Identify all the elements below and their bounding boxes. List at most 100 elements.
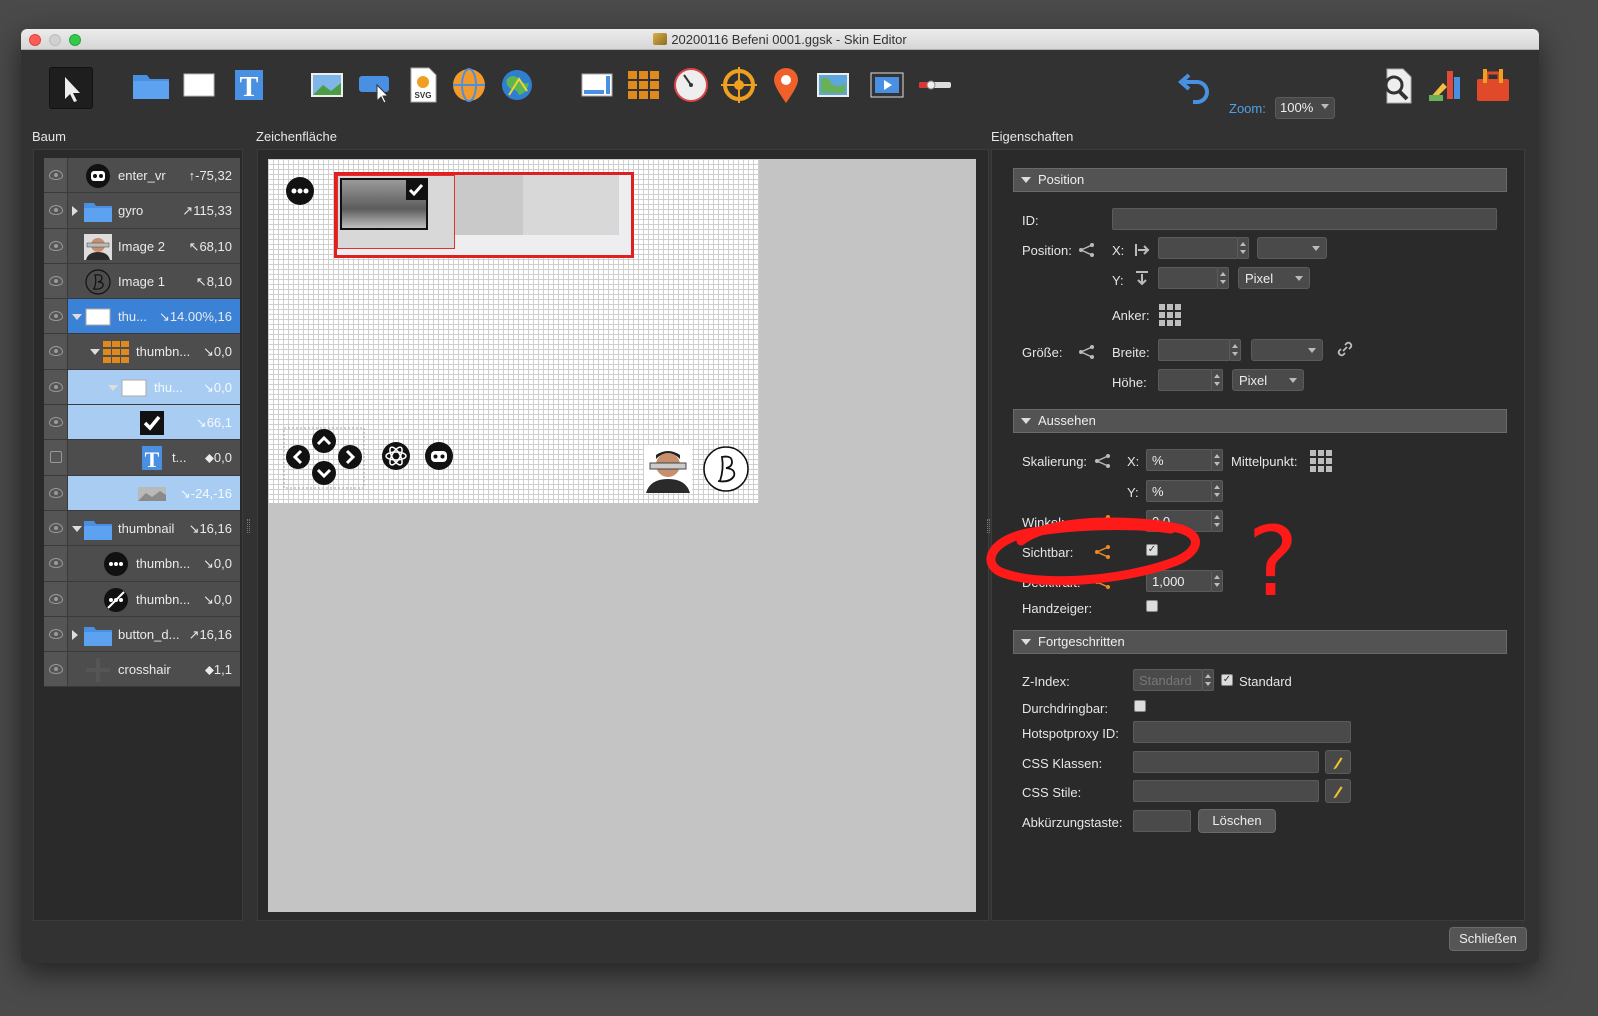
thumbnail-frame[interactable] (337, 175, 455, 249)
select-tool-button[interactable] (49, 67, 93, 109)
width-input[interactable] (1158, 339, 1230, 361)
disclosure-closed-icon[interactable] (72, 206, 78, 217)
share-icon[interactable] (1078, 243, 1096, 257)
disclosure-open-icon[interactable] (108, 384, 118, 391)
disclosure-closed-icon[interactable] (72, 629, 78, 640)
tree-row[interactable]: thu... ↘0,0 (44, 369, 240, 406)
more-dots-icon[interactable] (285, 176, 315, 206)
tree-row[interactable]: thumbnail ↘16,16 (44, 510, 240, 547)
handcursor-checkbox[interactable] (1146, 600, 1158, 612)
height-input[interactable] (1158, 369, 1212, 391)
tree-row[interactable]: gyro ↗115,33 (44, 193, 240, 229)
image-tool-button[interactable] (307, 65, 347, 105)
close-button[interactable]: Schließen (1449, 927, 1527, 951)
tree-row[interactable]: thumbn... ↘0,0 (44, 546, 240, 582)
angle-input[interactable]: 0,0 (1146, 510, 1212, 532)
permeable-checkbox[interactable] (1134, 700, 1146, 712)
tree-row[interactable]: crosshair ⬥1,1 (44, 652, 240, 688)
link-icon[interactable] (1336, 340, 1354, 358)
scale-y-stepper[interactable] (1211, 480, 1223, 502)
advanced-section-header[interactable]: Fortgeschritten (1013, 630, 1507, 654)
css-classes-input[interactable] (1133, 751, 1319, 773)
video-tool-button[interactable] (867, 65, 907, 105)
position-section-header[interactable]: Position (1013, 168, 1507, 192)
scale-y-input[interactable]: % (1146, 480, 1212, 502)
share-icon[interactable] (1078, 345, 1096, 359)
disclosure-open-icon[interactable] (90, 349, 100, 356)
text-tool-button[interactable]: T (229, 65, 269, 105)
position-x-input[interactable] (1158, 237, 1238, 259)
height-unit-select[interactable]: Pixel (1232, 369, 1304, 391)
scale-x-stepper[interactable] (1211, 449, 1223, 471)
svg-tool-button[interactable]: SVG (403, 65, 443, 105)
tree-row[interactable]: thumbn... ↘0,0 (44, 334, 240, 370)
cloner-tool-button[interactable] (624, 65, 664, 105)
marker-tool-button[interactable] (766, 65, 806, 105)
position-x-unit-select[interactable] (1257, 237, 1327, 259)
zindex-stepper[interactable] (1202, 669, 1214, 691)
eye-icon[interactable] (44, 546, 68, 581)
angle-stepper[interactable] (1211, 510, 1223, 532)
width-unit-select[interactable] (1251, 339, 1323, 361)
close-window-button[interactable] (29, 34, 41, 46)
undo-button[interactable] (1177, 65, 1217, 105)
center-grid-icon[interactable] (1308, 448, 1332, 472)
splitter-handle[interactable] (247, 519, 250, 533)
hotspotproxy-input[interactable] (1133, 721, 1351, 743)
target-tool-button[interactable] (719, 65, 759, 105)
skin-stage[interactable] (268, 159, 759, 503)
eye-icon[interactable] (44, 369, 68, 405)
tree-row[interactable]: thu... ↘14.00%,16 (44, 299, 240, 335)
eye-icon[interactable] (44, 228, 68, 263)
share-icon[interactable] (1094, 575, 1112, 589)
preview-button[interactable] (1377, 65, 1417, 105)
zindex-input[interactable]: Standard (1133, 669, 1203, 691)
anchor-grid-icon[interactable] (1157, 302, 1181, 326)
tree-row[interactable]: enter_vr ↑-75,32 (44, 158, 240, 194)
eye-icon[interactable] (44, 510, 68, 546)
eye-icon[interactable] (44, 263, 68, 299)
tree-row[interactable]: ↘-24,-16 (44, 475, 240, 511)
button-tool-button[interactable] (355, 65, 395, 105)
eye-icon[interactable] (44, 475, 68, 510)
eye-icon[interactable] (44, 581, 68, 616)
scale-x-input[interactable]: % (1146, 449, 1212, 471)
position-x-stepper[interactable] (1237, 237, 1249, 259)
tree-row[interactable]: thumbn... ↘0,0 (44, 581, 240, 617)
scrollarea-tool-button[interactable] (577, 65, 617, 105)
share-icon[interactable] (1094, 515, 1112, 529)
maximize-window-button[interactable] (69, 34, 81, 46)
width-stepper[interactable] (1229, 339, 1241, 361)
clear-shortcut-button[interactable]: Löschen (1198, 809, 1276, 833)
rectangle-tool-button[interactable] (179, 65, 219, 105)
checkmark-icon[interactable] (406, 180, 426, 200)
tree-row[interactable]: Image 2 ↖68,10 (44, 228, 240, 264)
eye-icon[interactable] (44, 405, 68, 440)
edit-css-classes-button[interactable] (1325, 750, 1351, 774)
align-top-icon[interactable] (1134, 270, 1150, 288)
eye-icon[interactable] (44, 299, 68, 334)
minimize-window-button[interactable] (49, 34, 61, 46)
position-y-unit-select[interactable]: Pixel (1238, 267, 1310, 289)
tree-row[interactable]: ↘66,1 (44, 405, 240, 441)
disclosure-open-icon[interactable] (72, 314, 82, 321)
hotspot-tool-button[interactable] (449, 65, 489, 105)
tools-button[interactable] (1473, 65, 1513, 105)
visible-checkbox[interactable]: ✓ (1146, 544, 1158, 556)
tree-row[interactable]: Tt... ⬥0,0 (44, 440, 240, 476)
height-stepper[interactable] (1211, 369, 1223, 391)
share-icon[interactable] (1094, 454, 1112, 468)
edit-css-styles-button[interactable] (1325, 779, 1351, 803)
splitter-handle[interactable] (987, 519, 990, 533)
map-tool-button[interactable] (813, 65, 853, 105)
eye-icon[interactable] (44, 334, 68, 369)
eye-icon[interactable] (44, 616, 68, 652)
gyro-icon[interactable] (381, 441, 411, 471)
opacity-input[interactable]: 1,000 (1146, 570, 1212, 592)
map-globe-tool-button[interactable] (497, 65, 537, 105)
visibility-checkbox[interactable] (44, 440, 68, 475)
shortcut-input[interactable] (1133, 810, 1191, 832)
person-photo-image[interactable] (644, 445, 692, 493)
align-left-icon[interactable] (1134, 242, 1152, 258)
tree-row[interactable]: button_d... ↗16,16 (44, 616, 240, 653)
